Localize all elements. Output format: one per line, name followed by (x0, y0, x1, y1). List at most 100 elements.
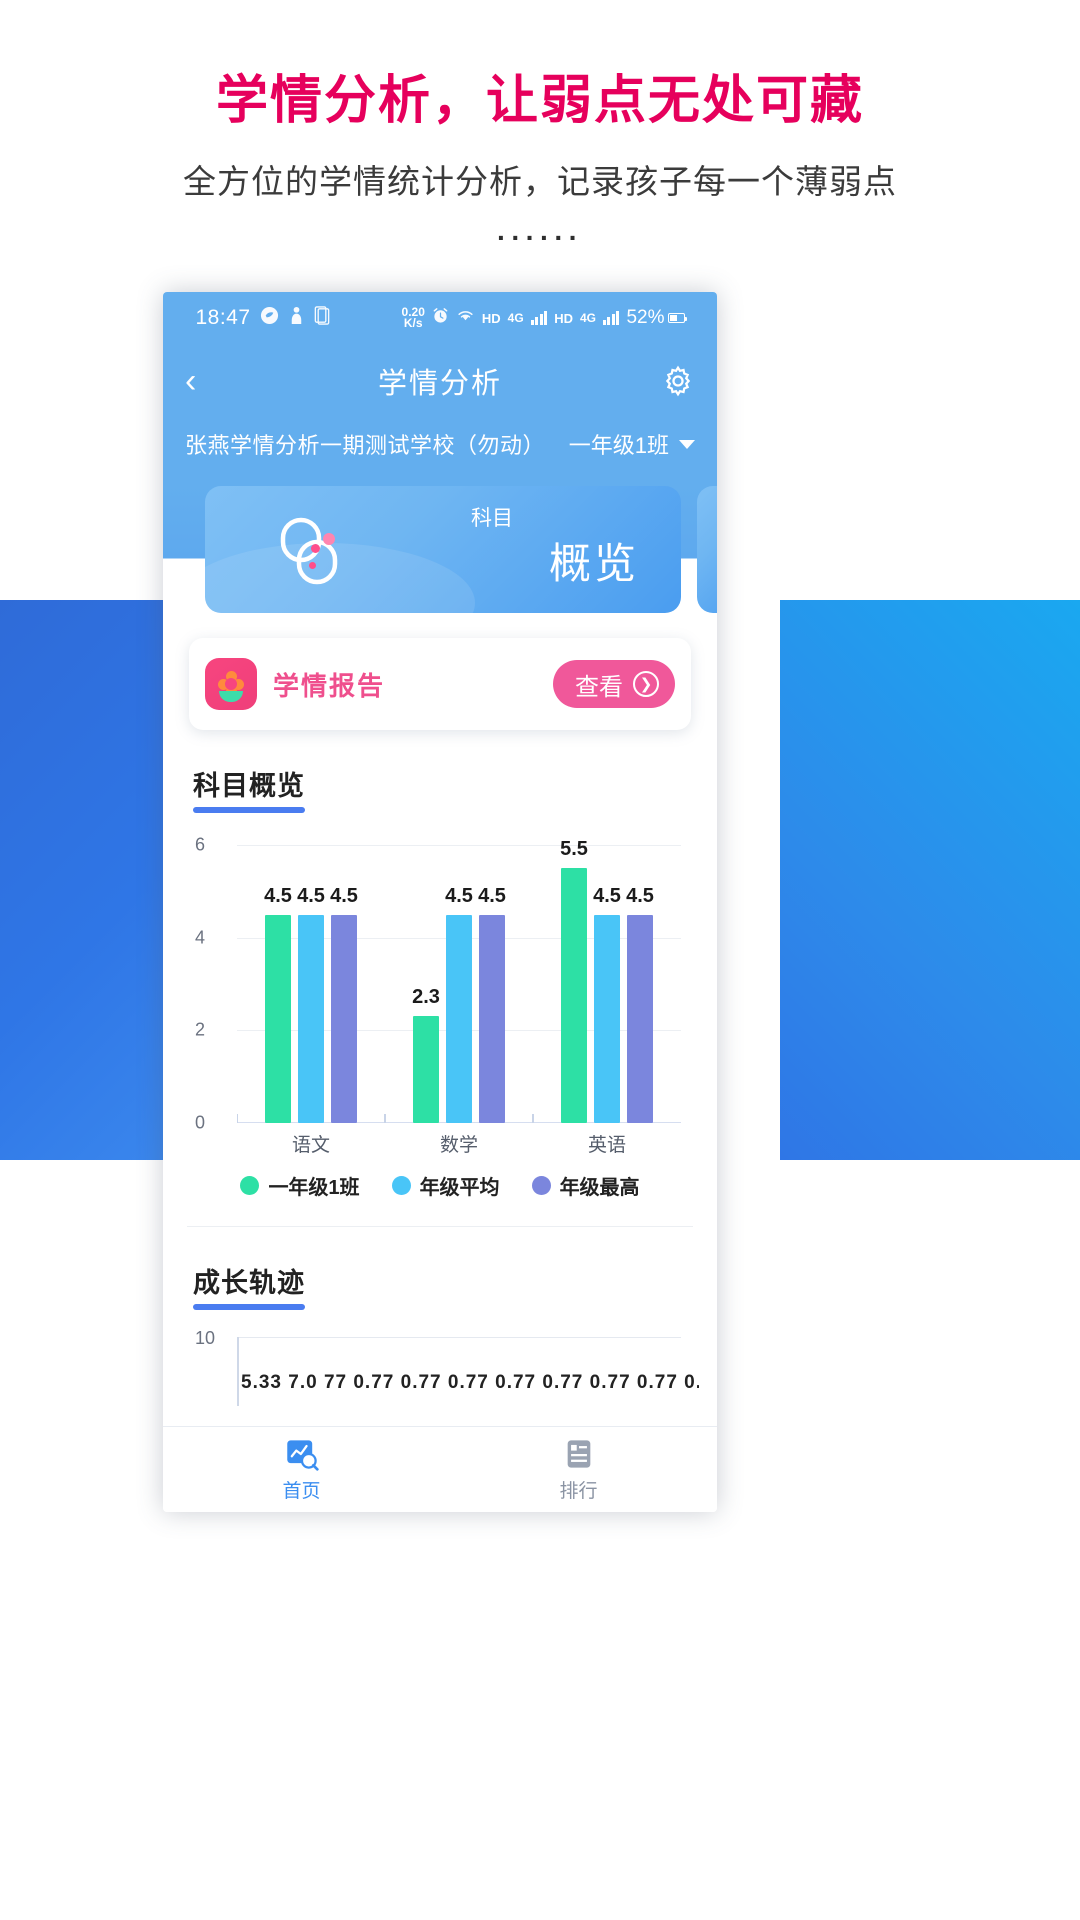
class-selector[interactable]: 一年级1班 (569, 428, 695, 460)
document-icon (314, 306, 330, 330)
tab-ranking-label: 排行 (559, 1480, 598, 1502)
legend-item: 一年级1班 (240, 1171, 360, 1200)
chart-bar-value: 4.5 (297, 884, 325, 907)
ranking-icon (562, 1437, 596, 1471)
scroll-content: 学情报告 查看 ❯ 科目概览 4.5 4.5 4.5 2.3 4.5 4.5 5.5 4.5 4… (163, 638, 717, 1406)
tab-home-label: 首页 (282, 1480, 321, 1502)
chart-bar-value: 5.5 (560, 838, 588, 861)
chart-bar: 4.5 (330, 885, 358, 1123)
chart-bar-value: 4.5 (264, 884, 292, 907)
content-divider (187, 1226, 693, 1227)
legend-swatch (391, 1176, 411, 1195)
status-bar-right: 0.20 K/s HD 4G HD 4G 52% (402, 306, 688, 330)
report-title: 学情报告 (273, 670, 386, 701)
legend-swatch (531, 1176, 551, 1195)
page-title: 学情分析 (377, 368, 502, 400)
class-name: 一年级1班 (568, 433, 669, 458)
chart-y-tick: 2 (195, 1019, 206, 1040)
growth-axis-line (237, 1337, 681, 1338)
chart-bar: 4.5 (297, 885, 325, 1123)
phone-mockup: 18:47 0.20 K/s HD 4G HD 4G 52% ‹ 学情分析 张燕… (163, 292, 717, 1512)
status-time: 18:47 (195, 306, 251, 329)
chart-bar-value: 4.5 (593, 884, 621, 907)
view-button-label: 查看 (575, 673, 623, 701)
growth-chart: 10 5.33 7.0 77 0.77 0.77 0.77 0.77 0.77 … (181, 1328, 699, 1406)
chart-bar-value: 4.5 (445, 884, 473, 907)
tab-strip: 科目 概览 (163, 486, 717, 618)
signal-icon-1 (530, 311, 548, 325)
promo-page: 学情分析，让弱点无处可藏 全方位的学情统计分析，记录孩子每一个薄弱点 ·····… (0, 0, 1080, 1920)
dot-decor-c (309, 562, 316, 569)
chart-bar-value: 4.5 (626, 884, 654, 907)
chart-bar: 5.5 (560, 838, 588, 1123)
chart-bar-value: 4.5 (478, 884, 506, 907)
chart-x-label: 英语 (587, 1135, 626, 1156)
tab-subtitle: 科目 (471, 507, 513, 530)
battery-icon (667, 313, 688, 323)
flower-report-icon (205, 658, 257, 710)
chart-bar: 4.5 (445, 885, 473, 1123)
home-chart-icon (285, 1437, 319, 1471)
growth-y-tick: 10 (195, 1328, 216, 1348)
tab-title: 概览 (548, 540, 639, 587)
signal-icon-2 (602, 311, 620, 325)
section-growth-track: 成长轨迹 (193, 1261, 305, 1310)
chart-y-tick: 6 (195, 834, 206, 855)
section-subject-overview: 科目概览 (193, 764, 305, 813)
chart-bar-group: 2.3 4.5 4.5 (385, 845, 533, 1123)
chart-bar-value: 2.3 (412, 986, 440, 1009)
tab-ranking[interactable]: 排行 (440, 1427, 717, 1512)
chart-bar-value: 4.5 (330, 884, 358, 907)
bottom-tab-bar: 首页 排行 (163, 1426, 717, 1512)
tab-subject-overview[interactable]: 科目 概览 (205, 486, 681, 613)
chart-bar-group: 4.5 4.5 4.5 (237, 845, 385, 1123)
hd-label: HD (481, 310, 501, 326)
legend-label: 一年级1班 (268, 1177, 360, 1199)
tab-row: 科目 概览 (163, 486, 717, 613)
hd-label-2: HD (554, 310, 573, 326)
section-title-growth: 成长轨迹 (193, 1268, 305, 1298)
app-navbar: ‹ 学情分析 (163, 344, 717, 418)
school-name[interactable]: 张燕学情分析一期测试学校（勿动） (185, 428, 545, 460)
tab-home[interactable]: 首页 (163, 1427, 440, 1512)
scope-selector: 张燕学情分析一期测试学校（勿动） 一年级1班 (163, 418, 717, 486)
battery-indicator: 52% (626, 307, 688, 329)
promo-title: 学情分析，让弱点无处可藏 (215, 72, 864, 130)
network-speed: 0.20 K/s (402, 306, 425, 330)
chart-plot-area: 4.5 4.5 4.5 2.3 4.5 4.5 5.5 4.5 4.5 (237, 838, 681, 1123)
alarm-icon (432, 307, 449, 329)
report-card[interactable]: 学情报告 查看 ❯ (189, 638, 691, 730)
status-bar: 18:47 0.20 K/s HD 4G HD 4G 52% (163, 292, 717, 344)
chart-bar: 4.5 (593, 885, 621, 1123)
dot-decor-b (323, 533, 335, 545)
chart-x-label: 语文 (291, 1135, 330, 1156)
network-type-2: 4G (579, 311, 596, 325)
leaf-glyph (219, 691, 243, 702)
section-title-subject: 科目概览 (193, 771, 305, 801)
promo-subtitle: 全方位的学情统计分析，记录孩子每一个薄弱点 (183, 163, 897, 200)
status-bar-left: 18:47 (195, 306, 329, 330)
decor-panel-right (780, 600, 1080, 1160)
browser-icon (260, 306, 279, 330)
section-underline (193, 807, 305, 813)
legend-item: 年级平均 (391, 1171, 500, 1200)
view-report-button[interactable]: 查看 ❯ (553, 660, 675, 708)
promo-dots: ······ (497, 222, 583, 253)
chevron-down-icon (679, 439, 695, 449)
wifi-icon (456, 308, 475, 329)
rings-icon (269, 508, 355, 594)
tab-next-partial[interactable] (697, 486, 717, 613)
chart-bar: 4.5 (264, 885, 292, 1123)
chart-bar: 4.5 (478, 885, 506, 1123)
dot-decor-a (311, 544, 320, 553)
chart-bar-groups: 4.5 4.5 4.5 2.3 4.5 4.5 5.5 4.5 4.5 (237, 838, 681, 1123)
person-icon (288, 306, 305, 330)
growth-y-axis (237, 1337, 239, 1406)
network-speed-unit: K/s (403, 316, 423, 330)
chart-y-tick: 0 (195, 1112, 206, 1133)
legend-swatch (240, 1176, 260, 1195)
subject-overview-chart: 4.5 4.5 4.5 2.3 4.5 4.5 5.5 4.5 4.5 0246 语文 数学 英语 (181, 835, 699, 1165)
legend-label: 年级平均 (419, 1177, 500, 1199)
network-type-1: 4G (507, 311, 524, 325)
section-underline-growth (193, 1304, 305, 1310)
